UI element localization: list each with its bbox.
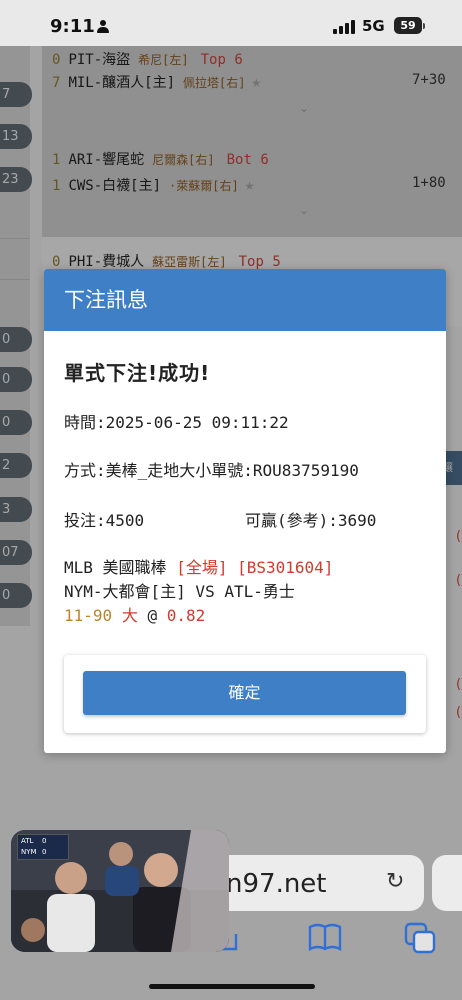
battery-icon: 59: [394, 17, 422, 34]
next-tab-preview[interactable]: [432, 855, 462, 911]
bet-method: 方式:美棒_走地大小單號:ROU83759190: [64, 461, 359, 480]
reload-icon[interactable]: ↻: [386, 869, 404, 894]
bet-time: 時間:2025-06-25 09:11:22: [64, 413, 289, 432]
bet-stake: 投注:4500: [64, 511, 145, 530]
home-indicator[interactable]: [149, 984, 315, 989]
bet-matchup: NYM-大都會[主] VS ATL-勇士: [64, 582, 295, 601]
bet-payout: 可贏(參考):3690: [245, 511, 377, 530]
success-message: 單式下注!成功!: [64, 361, 211, 385]
address-bar[interactable]: n97.net ↻: [196, 855, 424, 911]
battery-tip: [423, 23, 425, 29]
bookmarks-icon[interactable]: [308, 922, 342, 956]
person-icon: [97, 20, 109, 34]
tabs-icon[interactable]: [404, 922, 438, 958]
signal-icon: [333, 20, 355, 34]
url-text: n97.net: [226, 869, 327, 899]
dialog-title: 下注訊息: [44, 269, 446, 331]
bet-selection: 11-90 大 @ 0.82: [64, 606, 206, 625]
confirm-container: 確定: [64, 655, 426, 733]
confirm-button[interactable]: 確定: [83, 671, 406, 715]
bet-info-dialog: 下注訊息 單式下注!成功! 時間:2025-06-25 09:11:22 方式:…: [44, 269, 446, 753]
network-type: 5G: [362, 17, 385, 35]
bet-league: MLB 美國職棒 [全場] [BS301604]: [64, 558, 334, 577]
scorebug: ATL NYM 0 0: [17, 834, 69, 860]
clock: 9:11: [50, 16, 95, 37]
pip-video[interactable]: ATL NYM 0 0: [11, 830, 229, 952]
status-bar: 9:11 5G 59: [0, 0, 462, 46]
